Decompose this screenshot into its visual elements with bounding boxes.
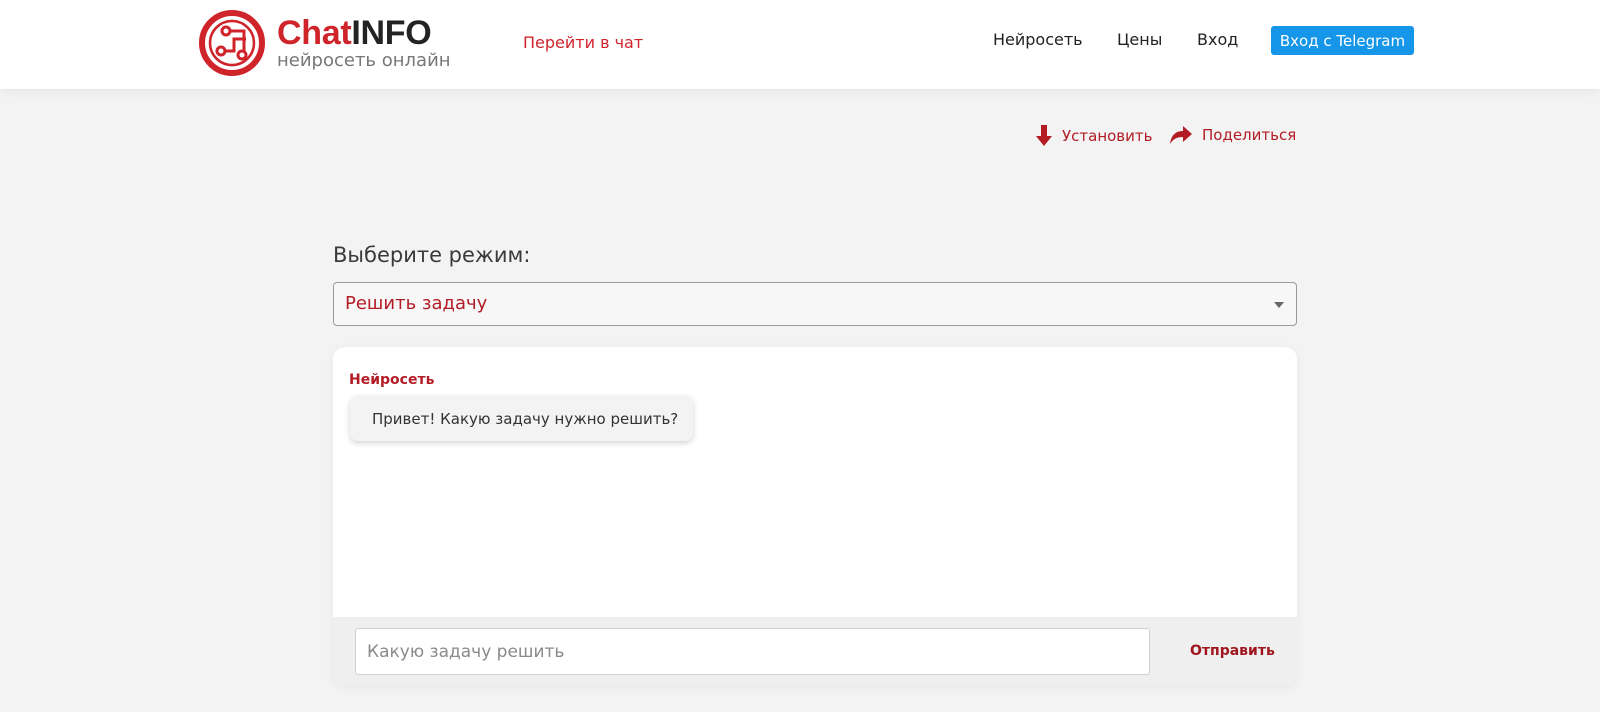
brand-chat: Chat: [277, 14, 352, 52]
mode-selected-value: Решить задачу: [345, 293, 488, 314]
brand-name[interactable]: ChatINFO: [277, 14, 432, 52]
arrow-down-icon: [1036, 125, 1052, 146]
chatinfo-logo-icon[interactable]: [198, 9, 266, 77]
nav-link-login[interactable]: Вход: [1197, 29, 1238, 51]
install-action[interactable]: Установить: [1036, 125, 1152, 147]
caret-down-icon: [1274, 302, 1284, 308]
brand-tagline: нейросеть онлайн: [277, 50, 451, 71]
chat-panel: Нейросеть Привет! Какую задачу нужно реш…: [333, 347, 1297, 685]
message-input[interactable]: [355, 628, 1150, 675]
mode-select[interactable]: Решить задачу: [333, 282, 1297, 326]
message-bubble: Привет! Какую задачу нужно решить?: [350, 396, 693, 441]
share-action[interactable]: Поделиться: [1170, 125, 1296, 145]
nav-link-prices[interactable]: Цены: [1117, 29, 1162, 51]
send-button[interactable]: Отправить: [1190, 642, 1275, 660]
goto-chat-link[interactable]: Перейти в чат: [523, 32, 643, 54]
share-label: Поделиться: [1202, 126, 1297, 144]
nav-link-neuro[interactable]: Нейросеть: [993, 29, 1083, 51]
chat-input-bar: Отправить: [333, 617, 1297, 685]
share-arrow-icon: [1170, 126, 1192, 144]
mode-label: Выберите режим:: [333, 243, 531, 267]
telegram-login-button[interactable]: Вход с Telegram: [1271, 26, 1414, 55]
message-sender: Нейросеть: [349, 372, 435, 388]
brand-info: INFO: [351, 14, 432, 52]
install-label: Установить: [1062, 127, 1153, 145]
site-header: ChatINFO нейросеть онлайн Перейти в чат …: [0, 0, 1600, 89]
